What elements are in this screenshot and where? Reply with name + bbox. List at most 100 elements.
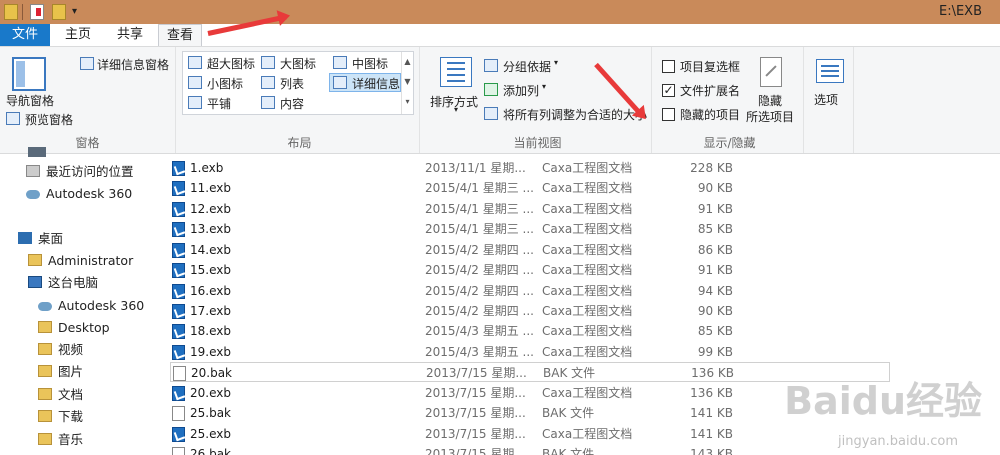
sort-by-icon[interactable]	[440, 57, 472, 87]
file-type: BAK 文件	[542, 447, 595, 455]
group-by-button[interactable]: 分组依据	[503, 58, 551, 75]
nav-label: 视频	[58, 342, 84, 357]
hide-selected-line2[interactable]: 所选项目	[746, 108, 794, 125]
item-checkboxes-label: 项目复选框	[680, 60, 741, 74]
group-by-dropdown-icon: ▾	[554, 58, 559, 67]
watermark-logo: Baidu经验	[784, 379, 982, 423]
layout-details: 详细信息	[352, 77, 401, 91]
customize-quick-access-icon[interactable]: ▾	[72, 4, 82, 20]
file-type: Caxa工程图文档	[542, 161, 633, 175]
layout-details-selected[interactable]: 详细信息	[329, 73, 401, 92]
hide-selected-items-icon[interactable]	[760, 57, 782, 87]
file-size: 141 KB	[690, 406, 733, 420]
exb-file-icon	[172, 222, 185, 237]
layout-medium-icons[interactable]: 中图标	[352, 55, 388, 72]
file-row[interactable]: 18.exb 2015/4/3 星期五 ... Caxa工程图文档 85 KB	[170, 321, 890, 341]
file-row[interactable]: 14.exb 2015/4/2 星期四 ... Caxa工程图文档 86 KB	[170, 240, 890, 260]
exb-file-icon	[172, 243, 185, 258]
layout-extra-large-icons[interactable]: 超大图标	[207, 55, 255, 72]
file-size: 136 KB	[690, 386, 733, 400]
exb-file-icon	[172, 161, 185, 176]
nav-item-desktop[interactable]: 桌面	[18, 228, 63, 250]
file-date: 2015/4/3 星期五 ...	[425, 345, 534, 359]
file-type: Caxa工程图文档	[542, 427, 633, 441]
file-row[interactable]: 16.exb 2015/4/2 星期四 ... Caxa工程图文档 94 KB	[170, 281, 890, 301]
nav-item-music[interactable]: 音乐	[38, 429, 83, 451]
preview-pane-button[interactable]: 预览窗格	[25, 111, 73, 128]
file-row[interactable]: 15.exb 2015/4/2 星期四 ... Caxa工程图文档 91 KB	[170, 260, 890, 280]
file-date: 2015/4/2 星期四 ...	[425, 263, 534, 277]
file-type: Caxa工程图文档	[542, 324, 633, 338]
file-row-selected[interactable]: 20.bak 2013/7/15 星期... BAK 文件 136 KB	[170, 362, 890, 382]
file-row[interactable]: 20.exb 2013/7/15 星期... Caxa工程图文档 136 KB	[170, 383, 890, 403]
file-row[interactable]: 25.bak 2013/7/15 星期... BAK 文件 141 KB	[170, 403, 890, 423]
new-folder-icon[interactable]	[52, 4, 66, 20]
layout-small-icons[interactable]: 小图标	[207, 75, 243, 92]
nav-item-administrator[interactable]: Administrator	[28, 250, 133, 272]
layout-content[interactable]: 内容	[280, 95, 304, 112]
file-type: Caxa工程图文档	[542, 202, 633, 216]
file-name: 14.exb	[190, 243, 231, 257]
group-label-layout: 布局	[287, 136, 312, 150]
nav-item-pc-autodesk-360[interactable]: Autodesk 360	[38, 295, 144, 317]
nav-label: Administrator	[48, 253, 134, 268]
file-row[interactable]: 12.exb 2015/4/1 星期三 ... Caxa工程图文档 91 KB	[170, 199, 890, 219]
file-row[interactable]: 19.exb 2015/4/3 星期五 ... Caxa工程图文档 99 KB	[170, 342, 890, 362]
nav-item-pc-desktop[interactable]: Desktop	[38, 317, 110, 339]
file-row[interactable]: 17.exb 2015/4/2 星期四 ... Caxa工程图文档 90 KB	[170, 301, 890, 321]
nav-label: Autodesk 360	[46, 186, 133, 201]
file-size: 90 KB	[697, 181, 733, 195]
nav-item-documents[interactable]: 文档	[38, 384, 83, 406]
options-button[interactable]: 选项	[814, 91, 838, 108]
file-extensions-label: 文件扩展名	[680, 84, 741, 98]
file-row[interactable]: 11.exb 2015/4/1 星期三 ... Caxa工程图文档 90 KB	[170, 178, 890, 198]
file-row[interactable]: 13.exb 2015/4/1 星期三 ... Caxa工程图文档 85 KB	[170, 219, 890, 239]
list-icon	[261, 76, 275, 89]
hidden-items-checkbox[interactable]	[662, 108, 675, 121]
nav-item-recent[interactable]: 最近访问的位置	[26, 161, 134, 183]
tab-file[interactable]: 文件	[0, 24, 50, 46]
properties-icon[interactable]	[30, 4, 44, 20]
layout-large-icons[interactable]: 大图标	[280, 55, 316, 72]
layout-tiles[interactable]: 平铺	[207, 95, 231, 112]
navigation-pane-icon[interactable]	[12, 57, 46, 91]
file-size: 141 KB	[690, 427, 733, 441]
hide-selected-line1[interactable]: 隐藏	[758, 92, 782, 109]
file-name: 19.exb	[190, 345, 231, 359]
file-date: 2013/7/15 星期...	[426, 366, 527, 380]
file-name: 15.exb	[190, 263, 231, 277]
nav-item-videos[interactable]: 视频	[38, 339, 83, 361]
nav-item-autodesk-360[interactable]: Autodesk 360	[26, 183, 132, 205]
nav-label: 这台电脑	[48, 275, 99, 290]
layout-list[interactable]: 列表	[280, 75, 304, 92]
navigation-pane-button[interactable]: 导航窗格	[6, 92, 54, 109]
file-row[interactable]: 1.exb 2013/11/1 星期... Caxa工程图文档 228 KB	[170, 158, 890, 178]
layout-gallery-scroll[interactable]: ▲ ▼ ▾	[401, 52, 413, 114]
file-date: 2013/7/15 星期...	[425, 447, 526, 455]
group-current-view: 排序方式 ▾ 分组依据 ▾ 添加列 ▾ 将所有列调整为合适的大小 当前视图	[424, 47, 652, 153]
size-all-columns-button[interactable]: 将所有列调整为合适的大小	[503, 106, 647, 123]
file-date: 2013/11/1 星期...	[425, 161, 526, 175]
file-date: 2015/4/1 星期三 ...	[425, 222, 534, 236]
tab-view[interactable]: 查看	[158, 24, 202, 47]
options-icon[interactable]	[816, 59, 844, 83]
tab-home[interactable]: 主页	[56, 24, 100, 46]
preview-pane-icon	[6, 112, 20, 125]
nav-item-downloads[interactable]: 下载	[38, 406, 83, 428]
details-pane-button[interactable]: 详细信息窗格	[97, 56, 169, 73]
file-extensions-checkbox[interactable]: ✓	[662, 84, 675, 97]
exb-file-icon	[172, 345, 185, 360]
item-checkboxes-checkbox[interactable]	[662, 60, 675, 73]
file-row[interactable]: 25.exb 2013/7/15 星期... Caxa工程图文档 141 KB	[170, 424, 890, 444]
tab-share[interactable]: 共享	[106, 24, 154, 46]
file-name: 16.exb	[190, 284, 231, 298]
recent-places-icon	[26, 165, 40, 177]
downloads-folder-icon	[38, 410, 52, 422]
file-name: 12.exb	[190, 202, 231, 216]
nav-item-this-pc[interactable]: 这台电脑	[28, 272, 98, 294]
quick-access-icon	[28, 147, 46, 157]
file-name: 25.bak	[190, 406, 232, 420]
file-row[interactable]: 26.bak 2013/7/15 星期... BAK 文件 143 KB	[170, 444, 890, 455]
add-columns-button[interactable]: 添加列	[503, 82, 539, 99]
nav-item-pictures[interactable]: 图片	[38, 361, 83, 383]
